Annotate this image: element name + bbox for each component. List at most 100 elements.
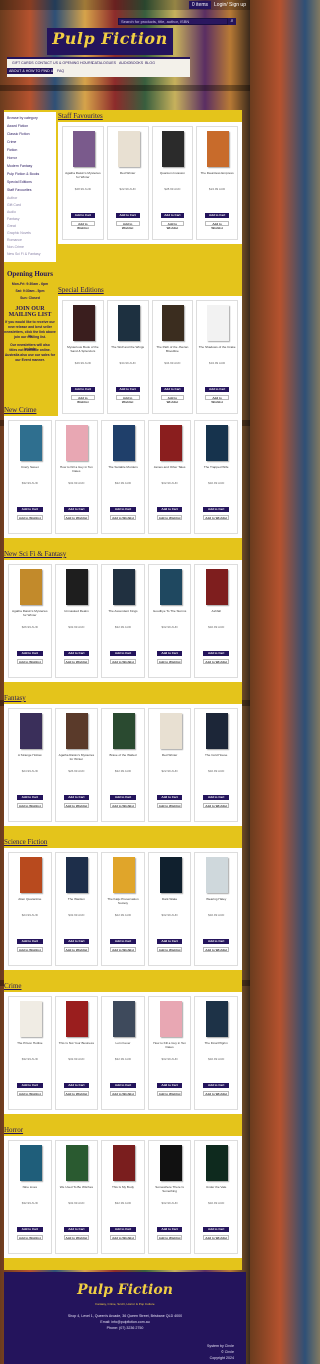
add-to-wishlist-button[interactable]: Add to Wishlist — [203, 803, 229, 808]
product-card[interactable]: The Dauntless Empress $24.99 AUD Add to Ca… — [196, 126, 238, 240]
add-to-wishlist-button[interactable]: Add to Wishlist — [17, 803, 43, 808]
book-cover[interactable] — [206, 857, 229, 893]
sidebar-subitem[interactable]: Author — [7, 196, 17, 200]
nav-about[interactable]: ABOUT & HOW TO FIND US — [9, 69, 56, 73]
product-card[interactable]: We Used To Be Witches $32.99 AUD Add to Ca… — [54, 1140, 99, 1254]
product-title[interactable]: The Shadows of the Crake — [198, 345, 236, 349]
add-to-cart-button[interactable]: Add to Cart — [63, 1227, 90, 1232]
product-title[interactable]: The Suitable Murders — [103, 465, 143, 469]
product-card[interactable]: The Warden $32.99 AUD Add to Cart Add to Wi… — [54, 852, 99, 966]
section-title[interactable]: New Sci Fi & Fantasy — [4, 550, 66, 558]
product-title[interactable]: The Cold House — [196, 753, 236, 757]
sidebar-subitem[interactable]: Gift Card — [7, 203, 21, 207]
add-to-cart-button[interactable]: Add to Cart — [17, 1083, 43, 1088]
book-cover[interactable] — [159, 1145, 182, 1181]
add-to-cart-button[interactable]: Add to Cart — [110, 1227, 136, 1232]
add-to-cart-button[interactable]: Add to Cart — [160, 387, 185, 392]
product-card[interactable]: The Wolf and the Wings $34.99 AUD Add to C… — [106, 300, 149, 414]
book-cover[interactable] — [159, 569, 182, 605]
add-to-wishlist-button[interactable]: Add to Wishlist — [203, 1235, 229, 1240]
section-title[interactable]: Science Fiction — [4, 838, 47, 846]
add-to-cart-button[interactable]: Add to Cart — [110, 1083, 136, 1088]
add-to-cart-button[interactable]: Add to Cart — [156, 1083, 183, 1088]
product-title[interactable]: The Kaiju Preservation Society — [103, 897, 143, 905]
add-to-cart-button[interactable]: Add to Cart — [203, 651, 229, 656]
add-to-wishlist-button[interactable]: Add to Wishlist — [110, 803, 136, 808]
add-to-cart-button[interactable]: Add to Cart — [17, 1227, 43, 1232]
sidebar-item[interactable]: Classic Fiction — [7, 132, 30, 136]
add-to-cart-button[interactable]: Add to Cart — [156, 795, 183, 800]
add-to-wishlist-button[interactable]: Add to Wishlist — [156, 515, 183, 520]
cart-link[interactable]: 0 items — [188, 1, 212, 9]
add-to-cart-button[interactable]: Add to Cart — [203, 795, 229, 800]
add-to-wishlist-button[interactable]: Add to Wishlist — [115, 221, 140, 230]
add-to-cart-button[interactable]: Add to Cart — [160, 213, 185, 218]
product-card[interactable]: The Path of the Jhezan Bloodline $34.99 A… — [151, 300, 194, 414]
add-to-cart-button[interactable]: Add to Cart — [63, 939, 90, 944]
book-cover[interactable] — [19, 713, 42, 749]
product-card[interactable]: Mysterious Book of the Sand & Splendors $… — [62, 300, 104, 414]
add-to-wishlist-button[interactable]: Add to Wishlist — [110, 515, 136, 520]
site-logo[interactable]: Pulp Fiction — [48, 29, 172, 48]
product-card[interactable]: Under the Vale $32.99 AUD Add to Cart Add t… — [194, 1140, 238, 1254]
product-title[interactable]: Wearing Haley — [196, 897, 236, 901]
add-to-cart-button[interactable]: Add to Cart — [110, 507, 136, 512]
book-cover[interactable] — [159, 713, 182, 749]
book-cover[interactable] — [159, 1001, 182, 1037]
footer-logo[interactable]: Pulp Fiction — [4, 1282, 246, 1298]
product-card[interactable]: The Kaiju Preservation Society $22.99 AUD… — [101, 852, 145, 966]
section-title[interactable]: Horror — [4, 1126, 23, 1134]
book-cover[interactable] — [66, 425, 89, 461]
book-cover[interactable] — [72, 131, 95, 167]
add-to-cart-button[interactable]: Add to Cart — [71, 213, 95, 218]
nav-audiobooks[interactable]: AUDIOBOOKS — [119, 61, 143, 65]
book-cover[interactable] — [206, 425, 229, 461]
section-title[interactable]: Staff Favourites — [58, 112, 103, 120]
product-card[interactable]: The Ascendent Kings $32.99 AUD Add to Cart… — [101, 564, 145, 678]
sidebar-item[interactable]: Staff Favourites — [7, 188, 31, 192]
search-input[interactable]: Search for products, title, author, ISBN — [118, 18, 228, 25]
add-to-wishlist-button[interactable]: Add to Wishlist — [63, 659, 90, 664]
sidebar-item[interactable]: Horror — [7, 156, 17, 160]
add-to-wishlist-button[interactable]: Add to Wishlist — [17, 515, 43, 520]
add-to-cart-button[interactable]: Add to Cart — [156, 939, 183, 944]
product-title[interactable]: Crazy Sweet — [10, 465, 50, 469]
add-to-cart-button[interactable]: Add to Cart — [115, 387, 140, 392]
add-to-wishlist-button[interactable]: Add to Wishlist — [17, 1235, 43, 1240]
book-cover[interactable] — [112, 713, 135, 749]
product-card[interactable]: The Cold House $32.99 AUD Add to Cart Add t… — [194, 708, 238, 822]
product-title[interactable]: Somewhere There Is Something — [150, 1185, 190, 1193]
sidebar-subitem[interactable]: New Sci Fi & Fantasy — [7, 252, 40, 256]
product-card[interactable]: Goodbye To The Storms $32.99 AUD Add to Ca… — [147, 564, 192, 678]
add-to-wishlist-button[interactable]: Add to Wishlist — [203, 1091, 229, 1096]
add-to-cart-button[interactable]: Add to Cart — [205, 213, 229, 218]
add-to-cart-button[interactable]: Add to Cart — [63, 507, 90, 512]
add-to-wishlist-button[interactable]: Add to Wishlist — [115, 395, 140, 404]
product-card[interactable]: How to Kill a Guy in Ten Dates $32.99 AUD… — [147, 996, 192, 1110]
product-card[interactable]: Lorn Fever $32.99 AUD Add to Cart Add to Wi… — [101, 996, 145, 1110]
product-card[interactable]: Ashfall $32.99 AUD Add to Cart Add to Wishl… — [194, 564, 238, 678]
sidebar-item[interactable]: Modern Fantasy — [7, 164, 32, 168]
add-to-cart-button[interactable]: Add to Cart — [156, 507, 183, 512]
product-card[interactable]: A Strange Hollow $24.99 AUD Add to Cart Add… — [8, 708, 52, 822]
product-title[interactable]: Alien Quarantine — [10, 897, 50, 901]
add-to-cart-button[interactable]: Add to Cart — [203, 507, 229, 512]
product-title[interactable]: James and Other Tales — [150, 465, 190, 469]
product-title[interactable]: The Warden — [57, 897, 97, 901]
add-to-wishlist-button[interactable]: Add to Wishlist — [156, 1235, 183, 1240]
add-to-wishlist-button[interactable]: Add to Wishlist — [156, 803, 183, 808]
sidebar-item[interactable]: Pulp Fiction & Books — [7, 172, 39, 176]
product-title[interactable]: Goodbye To The Storms — [150, 609, 190, 613]
sidebar-subitem[interactable]: Fantasy — [7, 217, 19, 221]
product-card[interactable]: Agatha Raisin's Mysteries for Winter $26.… — [54, 708, 99, 822]
book-cover[interactable] — [159, 857, 182, 893]
product-title[interactable]: The Wolf and the Wings — [109, 345, 147, 349]
book-cover[interactable] — [112, 1001, 135, 1037]
product-card[interactable]: Nine Lives $32.99 AUD Add to Cart Add to Wi… — [8, 1140, 52, 1254]
product-title[interactable]: Quantum Invasion — [154, 171, 192, 175]
nav-blog[interactable]: BLOG — [145, 61, 155, 65]
book-cover[interactable] — [162, 131, 185, 167]
book-cover[interactable] — [19, 1001, 42, 1037]
product-card[interactable]: The Final Pilgrim $32.99 AUD Add to Cart Ad… — [194, 996, 238, 1110]
section-title[interactable]: Special Editions — [58, 286, 104, 294]
